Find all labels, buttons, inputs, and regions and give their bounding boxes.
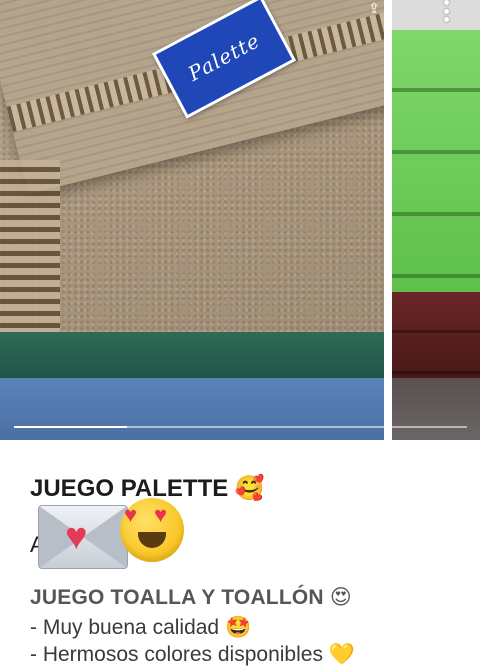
post-subtitle-text: JUEGO TOALLA Y TOALLÓN <box>30 586 324 609</box>
next-photo-bottom <box>392 378 480 440</box>
bullet-quality-text: - Muy buena calidad <box>30 616 220 639</box>
bullet-colors-text: - Hermosos colores disponibles <box>30 643 323 666</box>
towel-side-band <box>0 160 60 340</box>
towel-blue-stack <box>0 378 384 440</box>
love-letter-icon: ♥ <box>38 505 128 569</box>
post-body: JUEGO PALETTE 🥰 A ♥ ♥ ♥ JUEGO TOALLA Y T… <box>0 440 480 671</box>
brand-label-text: Palette <box>184 28 264 86</box>
share-icon[interactable]: ⇪ <box>364 0 384 16</box>
bullet-colors: - Hermosos colores disponibles 💛 <box>30 642 355 667</box>
next-photo-maroon-towels <box>392 292 480 378</box>
star-struck-emoji-icon: 🤩 <box>224 615 252 639</box>
yellow-heart-emoji-icon: 💛 <box>328 642 355 666</box>
image-carousel[interactable]: Palette ⇪ <box>0 0 480 440</box>
carousel-photo-next[interactable] <box>392 0 480 440</box>
carousel-progress <box>14 426 467 428</box>
post-subtitle: JUEGO TOALLA Y TOALLÓN 😍 <box>30 585 352 610</box>
carousel-photo-main[interactable]: Palette ⇪ <box>0 0 384 440</box>
next-photo-green-towels <box>392 30 480 292</box>
more-vert-icon[interactable] <box>436 0 456 22</box>
heart-eyes-small-emoji-icon: 😍 <box>329 585 352 609</box>
smiling-hearts-emoji-icon: 🥰 <box>234 474 265 502</box>
carousel-progress-fill <box>14 426 128 428</box>
bullet-quality: - Muy buena calidad 🤩 <box>30 615 251 640</box>
towel-green-stack <box>0 332 384 378</box>
post-title-text: JUEGO PALETTE <box>30 475 229 502</box>
heart-eyes-emoji-icon: ♥ ♥ <box>120 498 184 562</box>
